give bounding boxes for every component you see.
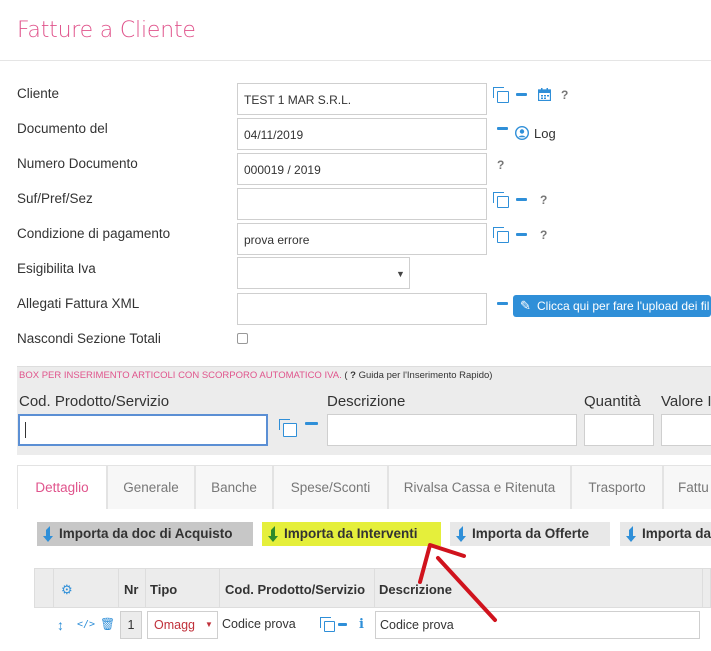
numero-documento-label: Numero Documento xyxy=(17,156,138,171)
suf-pref-sez-label: Suf/Pref/Sez xyxy=(17,191,93,206)
header-tipo: Tipo xyxy=(150,582,178,597)
calendar-icon[interactable] xyxy=(538,88,551,101)
dropdown-arrow-icon: ▼ xyxy=(396,269,405,279)
import-acquisto-label: Importa da doc di Acquisto xyxy=(59,526,233,541)
grid-divider xyxy=(219,568,220,608)
annotation-arrow-icon xyxy=(418,543,497,622)
help-icon[interactable]: ? xyxy=(540,193,547,207)
grid-divider xyxy=(118,568,119,608)
move-icon[interactable]: ↕ xyxy=(57,617,64,633)
quantita-input[interactable] xyxy=(584,414,654,446)
cod-prodotto-label: Cod. Prodotto/Servizio xyxy=(19,393,170,410)
import-acquisto-button[interactable]: Importa da doc di Acquisto xyxy=(37,522,253,546)
row-cod-value: Codice prova xyxy=(219,611,315,639)
title-divider xyxy=(0,60,711,61)
guide-link[interactable]: Guida per l'Inserimento Rapido) xyxy=(356,370,493,381)
documento-del-label: Documento del xyxy=(17,121,108,136)
paperclip-icon: ✎ xyxy=(520,298,531,313)
tab-spese-sconti[interactable]: Spese/Sconti xyxy=(273,465,388,509)
documento-del-field[interactable]: 04/11/2019 xyxy=(237,118,487,150)
cod-prodotto-input[interactable] xyxy=(18,414,268,446)
copy-icon[interactable] xyxy=(493,192,509,208)
import-other-label: Importa da xyxy=(642,526,711,541)
condizione-pagamento-field[interactable]: prova errore xyxy=(237,223,487,255)
tab-banche[interactable]: Banche xyxy=(195,465,273,509)
cliente-label: Cliente xyxy=(17,86,60,101)
table-row: ↕ </> 🗑 1 Omagg ▼ Codice prova i Codice … xyxy=(34,608,711,646)
copy-icon[interactable] xyxy=(320,617,335,632)
header-nr: Nr xyxy=(124,582,139,597)
log-link[interactable]: Log xyxy=(534,126,556,141)
allegati-xml-field[interactable] xyxy=(237,293,487,325)
nascondi-totali-checkbox[interactable] xyxy=(237,333,248,344)
minus-icon[interactable] xyxy=(516,233,527,236)
download-arrow-icon xyxy=(268,526,278,542)
descrizione-input[interactable] xyxy=(327,414,577,446)
row-tipo-value: Omagg xyxy=(154,618,195,632)
minus-icon[interactable] xyxy=(338,623,347,626)
allegati-xml-label: Allegati Fattura XML xyxy=(17,296,140,311)
tab-trasporto[interactable]: Trasporto xyxy=(571,465,663,509)
minus-icon[interactable] xyxy=(497,127,508,130)
copy-icon[interactable] xyxy=(279,419,297,437)
gear-icon[interactable]: ⚙ xyxy=(61,582,73,598)
trash-icon[interactable]: 🗑 xyxy=(100,617,115,631)
text-cursor xyxy=(25,422,26,438)
header-cod: Cod. Prodotto/Servizio xyxy=(225,582,366,597)
tab-fatture[interactable]: Fattu xyxy=(663,465,711,509)
grid-divider xyxy=(374,568,375,608)
quick-insert-title: BOX PER INSERIMENTO ARTICOLI CON SCORPOR… xyxy=(19,370,492,381)
download-arrow-icon xyxy=(43,526,53,542)
import-interventi-label: Importa da Interventi xyxy=(284,526,418,541)
cliente-field[interactable]: TEST 1 MAR S.R.L. xyxy=(237,83,487,115)
grid-divider xyxy=(702,568,703,608)
quantita-label: Quantità xyxy=(584,393,641,410)
condizione-pagamento-label: Condizione di pagamento xyxy=(17,226,171,241)
quick-insert-title-text: BOX PER INSERIMENTO ARTICOLI CON SCORPOR… xyxy=(19,370,342,381)
user-icon[interactable] xyxy=(515,126,529,140)
help-icon[interactable]: ? xyxy=(497,158,504,172)
help-icon[interactable]: ? xyxy=(561,88,568,102)
grid-divider xyxy=(145,568,146,608)
import-other-button[interactable]: Importa da xyxy=(620,522,711,546)
upload-button[interactable]: ✎ Clicca qui per fare l'upload dei fil xyxy=(513,295,711,317)
minus-icon[interactable] xyxy=(516,198,527,201)
info-icon[interactable]: i xyxy=(359,617,364,632)
help-icon[interactable]: ? xyxy=(540,228,547,242)
code-icon[interactable]: </> xyxy=(77,619,95,630)
copy-icon[interactable] xyxy=(493,227,509,243)
tab-rivalsa-cassa[interactable]: Rivalsa Cassa e Ritenuta xyxy=(388,465,571,509)
valore-input[interactable] xyxy=(661,414,711,446)
minus-icon[interactable] xyxy=(305,422,318,425)
guide-open: ( xyxy=(341,370,351,381)
esigibilita-iva-select[interactable]: ▼ xyxy=(237,257,410,289)
grid-divider xyxy=(53,568,54,608)
copy-icon[interactable] xyxy=(493,87,509,103)
tab-dettaglio[interactable]: Dettaglio xyxy=(17,465,107,509)
nascondi-totali-label: Nascondi Sezione Totali xyxy=(17,331,161,346)
upload-button-label: Clicca qui per fare l'upload dei fil xyxy=(537,299,710,313)
minus-icon[interactable] xyxy=(516,93,527,96)
minus-icon[interactable] xyxy=(497,302,508,305)
row-nr: 1 xyxy=(120,611,142,639)
suf-pref-sez-field[interactable] xyxy=(237,188,487,220)
valore-label: Valore I xyxy=(661,393,711,410)
dropdown-arrow-icon: ▼ xyxy=(205,620,213,629)
tab-generale[interactable]: Generale xyxy=(107,465,195,509)
esigibilita-iva-label: Esigibilita Iva xyxy=(17,261,96,276)
numero-documento-field[interactable]: 000019 / 2019 xyxy=(237,153,487,185)
row-tipo-select[interactable]: Omagg ▼ xyxy=(147,611,218,639)
page-title: Fatture a Cliente xyxy=(17,18,196,43)
descrizione-label: Descrizione xyxy=(327,393,406,410)
download-arrow-icon xyxy=(626,526,636,542)
